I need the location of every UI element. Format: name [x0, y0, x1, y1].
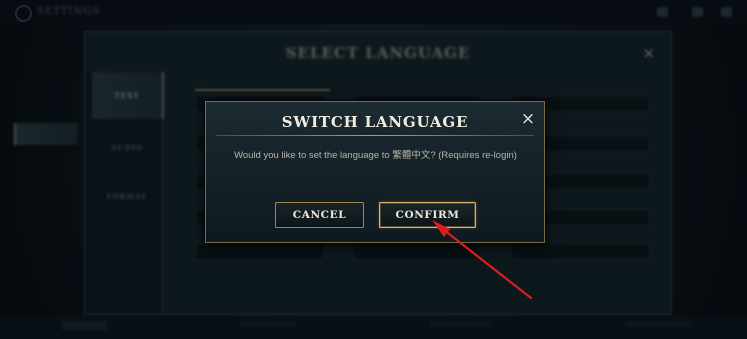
dialog-divider [216, 135, 534, 136]
switch-language-dialog: SWITCH LANGUAGE × Would you like to set … [205, 101, 545, 243]
dialog-message: Would you like to set the language to 繁體… [234, 150, 517, 161]
confirm-button[interactable]: CONFIRM [379, 202, 476, 228]
close-icon[interactable]: × [520, 111, 536, 128]
settings-screen: SETTINGS SELECT LANGUAGE × TEXT AUDIO FO… [0, 0, 747, 339]
cancel-button[interactable]: CANCEL [275, 202, 364, 228]
dialog-title: SWITCH LANGUAGE [281, 113, 469, 131]
